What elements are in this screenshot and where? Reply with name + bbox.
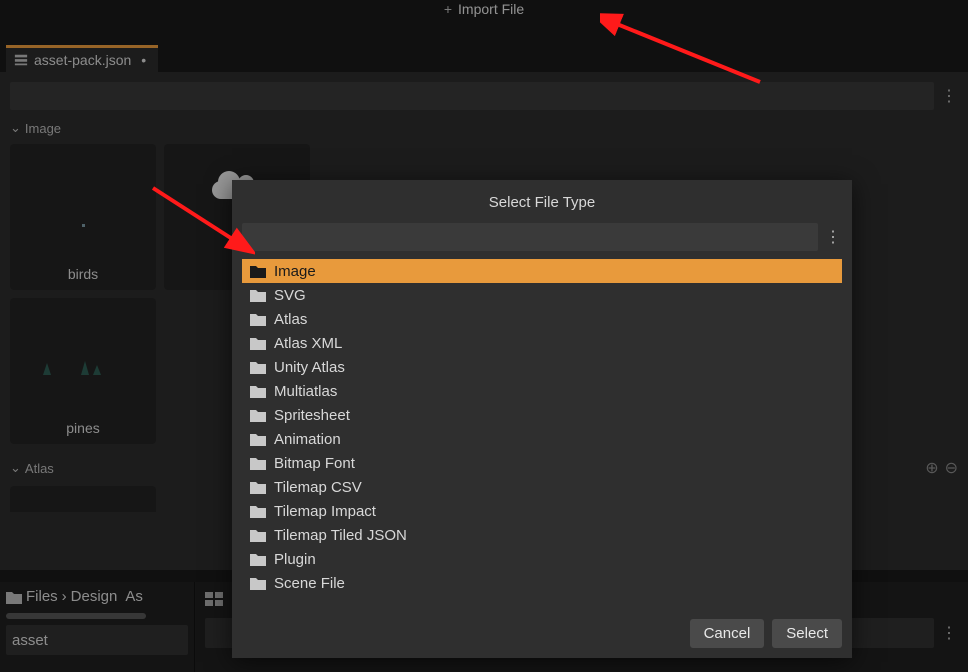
file-icon [14,53,28,67]
asset-thumb[interactable] [10,486,156,512]
import-file-label: Import File [458,1,524,17]
folder-icon [250,529,266,542]
files-filter: ✕ ⋮ [6,625,188,655]
file-type-label: Multiatlas [274,383,337,400]
remove-icon[interactable]: ⊖ [945,458,958,478]
breadcrumb[interactable]: Files › Design As [6,588,188,605]
select-button[interactable]: Select [772,619,842,648]
file-type-item[interactable]: Image [242,259,842,283]
file-type-item[interactable]: Atlas [242,307,842,331]
file-type-item[interactable]: Bitmap Font [242,451,842,475]
folder-icon [250,553,266,566]
tab-bar: asset-pack.json • [0,44,968,72]
file-type-label: Spritesheet [274,407,350,424]
file-type-label: Tilemap Impact [274,503,376,520]
folder-icon [6,590,22,604]
add-icon[interactable]: ⊕ [925,458,938,478]
file-type-item[interactable]: Tilemap Tiled JSON [242,523,842,547]
asset-label: pines [66,420,99,436]
file-type-item[interactable]: Unity Atlas [242,355,842,379]
chevron-down-icon: ⌄ [10,120,21,136]
tab-asset-pack[interactable]: asset-pack.json • [6,45,158,72]
folder-icon [250,337,266,350]
file-type-item[interactable]: Plugin [242,547,842,571]
breadcrumb-folder[interactable]: Design [71,588,118,605]
cancel-button[interactable]: Cancel [690,619,765,648]
folder-icon [250,577,266,590]
file-type-label: Unity Atlas [274,359,345,376]
folder-icon [250,265,266,278]
folder-icon [250,289,266,302]
main-menu-button[interactable]: ⋮ [940,82,958,110]
dirty-indicator: • [137,52,146,68]
file-type-item[interactable]: Spritesheet [242,403,842,427]
file-type-label: Tilemap CSV [274,479,362,496]
folder-icon [250,385,266,398]
file-type-label: Scene File [274,575,345,592]
file-type-list: Image SVG Atlas Atlas XML Unity Atlas Multiat… [242,259,842,611]
file-type-label: Image [274,263,316,280]
import-file-button[interactable]: + Import File [0,0,968,18]
asset-thumb-pines[interactable]: pines [10,298,156,444]
scrollbar-horizontal[interactable] [6,613,146,619]
breadcrumb-partial: As [125,588,143,605]
blocks-icon [205,592,223,606]
file-type-item[interactable]: Tilemap CSV [242,475,842,499]
asset-thumb-birds[interactable]: birds [10,144,156,290]
asset-label: birds [68,266,98,282]
files-filter-input[interactable] [12,632,211,649]
folder-icon [250,433,266,446]
file-type-label: Plugin [274,551,316,568]
folder-icon [250,505,266,518]
file-type-label: Bitmap Font [274,455,355,472]
file-type-label: Animation [274,431,341,448]
file-type-label: Tilemap Tiled JSON [274,527,407,544]
dialog-title: Select File Type [242,190,842,223]
asset-preview [10,298,156,420]
file-type-item[interactable]: Multiatlas [242,379,842,403]
section-atlas-label: Atlas [25,461,54,476]
file-type-item[interactable]: Scene File [242,571,842,595]
folder-icon [250,457,266,470]
file-type-label: SVG [274,287,306,304]
main-filter-input[interactable] [10,82,934,110]
tab-filename: asset-pack.json [34,52,131,68]
file-type-label: Atlas [274,311,307,328]
dialog-filter-input[interactable] [242,223,818,251]
folder-icon [250,409,266,422]
dialog-menu-button[interactable]: ⋮ [824,223,842,251]
chevron-down-icon: ⌄ [10,460,21,476]
file-type-item[interactable]: Tilemap Impact [242,499,842,523]
chevron-right-icon: › [62,588,67,605]
file-type-item[interactable]: Animation [242,427,842,451]
asset-preview [10,144,156,266]
section-image-header[interactable]: ⌄ Image [10,120,958,136]
folder-icon [250,313,266,326]
section-image-label: Image [25,121,61,136]
select-file-type-dialog: Select File Type ⋮ Image SVG Atlas Atlas XM… [232,180,852,658]
plus-icon: + [444,1,452,17]
files-panel: Files › Design As ✕ ⋮ [0,582,195,672]
file-type-item[interactable]: Atlas XML [242,331,842,355]
blocks-menu-button[interactable]: ⋮ [940,619,958,647]
breadcrumb-root[interactable]: Files [26,588,58,605]
section-atlas-header[interactable]: ⌄ Atlas [10,460,54,476]
folder-icon [250,481,266,494]
file-type-label: Atlas XML [274,335,342,352]
file-type-item[interactable]: SVG [242,283,842,307]
folder-icon [250,361,266,374]
